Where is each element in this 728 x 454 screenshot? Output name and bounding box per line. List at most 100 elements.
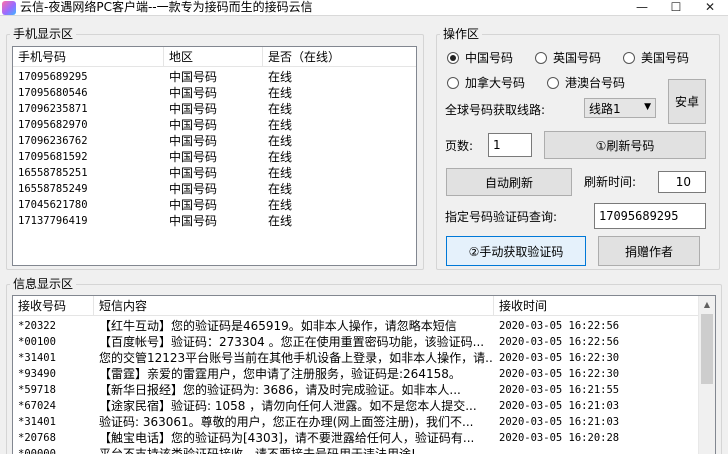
cell-region: 中国号码	[169, 86, 218, 100]
cell-receive-number: *31401	[18, 352, 56, 364]
cell-online-status: 在线	[268, 150, 293, 164]
cell-phone-number: 17095680546	[18, 87, 88, 99]
radio-uk-dot[interactable]	[535, 52, 547, 64]
radio-canada-dot[interactable]	[447, 77, 459, 89]
table-row[interactable]: 17095680546 中国号码 在线	[13, 85, 416, 101]
cell-phone-number: 17096236762	[18, 135, 88, 147]
cell-receive-time: 2020-03-05 16:21:03	[499, 416, 620, 428]
cell-region: 中国号码	[169, 102, 218, 116]
cell-receive-number: *31401	[18, 416, 56, 428]
maximize-button[interactable]: ☐	[658, 0, 694, 16]
route-select[interactable]: 线路1 ▼	[584, 98, 656, 118]
close-button[interactable]: ✕	[692, 0, 728, 16]
cell-online-status: 在线	[268, 198, 293, 212]
table-row[interactable]: 17095689295 中国号码 在线	[13, 69, 416, 85]
cell-sms-content: 【新华日报经】您的验证码为: 3686，请及时完成验证。如非本人...	[99, 383, 461, 397]
sms-list-header: 接收号码 短信内容 接收时间	[13, 296, 698, 316]
cell-phone-number: 17096235871	[18, 103, 88, 115]
column-header-sms-content[interactable]: 短信内容	[94, 296, 494, 316]
cell-region: 中国号码	[169, 118, 218, 132]
cell-sms-content: 平台不支持该类验证码接收，请不要接去号码用于违法用途!	[99, 447, 416, 454]
table-row[interactable]: 17095682970 中国号码 在线	[13, 117, 416, 133]
radio-uk-label: 英国号码	[553, 51, 602, 65]
cell-receive-time: 2020-03-05 16:22:30	[499, 352, 620, 364]
cell-online-status: 在线	[268, 102, 293, 116]
column-header-online[interactable]: 是否（在线）	[263, 47, 416, 67]
table-row[interactable]: 17045621780 中国号码 在线	[13, 197, 416, 213]
cell-receive-time	[494, 446, 700, 454]
table-row[interactable]: *00100 【百度帐号】验证码：273304 。您正在使用重置密码功能，该验证码…	[13, 334, 698, 350]
radio-hk-mo-tw-label: 港澳台号码	[565, 76, 626, 90]
table-row[interactable]: 17095681592 中国号码 在线	[13, 149, 416, 165]
cell-phone-number: 16558785251	[18, 167, 88, 179]
cell-receive-time: 2020-03-05 16:22:30	[499, 368, 620, 380]
column-header-region[interactable]: 地区	[164, 47, 263, 67]
radio-china-dot[interactable]	[447, 52, 459, 64]
cell-receive-number: *59718	[18, 384, 56, 396]
radio-china-label: 中国号码	[465, 51, 514, 65]
page-input[interactable]: 1	[488, 133, 532, 157]
cell-sms-content: 【红牛互动】您的验证码是465919。如非本人操作，请忽略本短信	[99, 319, 457, 333]
cell-online-status: 在线	[268, 214, 293, 228]
table-row[interactable]: *31401 您的交管12123平台账号当前在其他手机设备上登录，如非本人操作，请…	[13, 350, 698, 366]
sms-list-scrollbar[interactable]: ▲	[698, 296, 715, 454]
scrollbar-thumb[interactable]	[701, 314, 713, 384]
chevron-down-icon: ▼	[644, 102, 651, 112]
sms-list[interactable]: 接收号码 短信内容 接收时间 *20322 【红牛互动】您的验证码是465919。…	[12, 295, 716, 454]
cell-phone-number: 16558785249	[18, 183, 88, 195]
table-row[interactable]: 16558785249 中国号码 在线	[13, 181, 416, 197]
table-row[interactable]: 17096235871 中国号码 在线	[13, 101, 416, 117]
cell-phone-number: 17095681592	[18, 151, 88, 163]
table-row[interactable]: *67024 【途家民宿】验证码: 1058 ，请勿向任何人泄露。如不是您本人提交…	[13, 398, 698, 414]
cell-online-status: 在线	[268, 182, 293, 196]
minimize-button[interactable]: —	[624, 0, 660, 16]
cell-region: 中国号码	[169, 182, 218, 196]
phone-display-label: 手机显示区	[10, 27, 77, 41]
table-row[interactable]: 17096236762 中国号码 在线	[13, 133, 416, 149]
window-title: 云信-夜遇网络PC客户端--一款专为接码而生的接码云信	[20, 0, 313, 14]
cell-region: 中国号码	[169, 70, 218, 84]
cell-phone-number: 17095682970	[18, 119, 88, 131]
phone-list[interactable]: 手机号码 地区 是否（在线） 17095689295 中国号码 在线 17095680…	[12, 46, 417, 266]
phone-list-body: 17095689295 中国号码 在线 17095680546 中国号码 在线 170962…	[13, 69, 416, 229]
donate-button[interactable]: 捐赠作者	[598, 236, 700, 266]
table-row[interactable]: *00000 平台不支持该类验证码接收，请不要接去号码用于违法用途!	[13, 446, 698, 454]
cell-sms-content: 【途家民宿】验证码: 1058 ，请勿向任何人泄露。如不是您本人提交...	[99, 399, 477, 413]
cell-receive-time: 2020-03-05 16:22:56	[499, 336, 620, 348]
route-select-value: 线路1	[589, 101, 621, 116]
cell-online-status: 在线	[268, 166, 293, 180]
radio-us-dot[interactable]	[623, 52, 635, 64]
cell-receive-number: *00100	[18, 336, 56, 348]
column-header-receive-time[interactable]: 接收时间	[494, 296, 700, 316]
table-row[interactable]: *20322 【红牛互动】您的验证码是465919。如非本人操作，请忽略本短信 20…	[13, 318, 698, 334]
scroll-up-arrow-icon[interactable]: ▲	[699, 296, 715, 313]
cell-region: 中国号码	[169, 166, 218, 180]
column-header-receive-number[interactable]: 接收号码	[13, 296, 94, 316]
query-input[interactable]: 17095689295	[594, 203, 706, 229]
cell-region: 中国号码	[169, 214, 218, 228]
cell-receive-number: *93490	[18, 368, 56, 380]
cell-phone-number: 17137796419	[18, 215, 88, 227]
cell-region: 中国号码	[169, 150, 218, 164]
cell-receive-time: 2020-03-05 16:22:56	[499, 320, 620, 332]
column-header-phone[interactable]: 手机号码	[13, 47, 164, 67]
table-row[interactable]: *93490 【雷霆】亲爱的雷霆用户，您申请了注册服务，验证码是:264158。 2…	[13, 366, 698, 382]
radio-canada-label: 加拿大号码	[465, 76, 526, 90]
cell-receive-number: *67024	[18, 400, 56, 412]
radio-hk-mo-tw-dot[interactable]	[547, 77, 559, 89]
table-row[interactable]: *31401 验证码: 363061。尊敬的用户，您正在办理(网上面签注册)，我们…	[13, 414, 698, 430]
cell-sms-content: 【触宝电话】您的验证码为[4303]，请不要泄露给任何人，验证码有...	[99, 431, 475, 445]
table-row[interactable]: 17137796419 中国号码 在线	[13, 213, 416, 229]
refresh-time-value: 10	[675, 175, 691, 189]
manual-fetch-code-button[interactable]: ②手动获取验证码	[446, 236, 586, 266]
table-row[interactable]: 16558785251 中国号码 在线	[13, 165, 416, 181]
refresh-numbers-button[interactable]: ①刷新号码	[544, 131, 706, 159]
refresh-time-input[interactable]: 10	[658, 171, 706, 193]
auto-refresh-button[interactable]: 自动刷新	[446, 168, 572, 196]
sms-list-body: *20322 【红牛互动】您的验证码是465919。如非本人操作，请忽略本短信 20…	[13, 318, 698, 454]
table-row[interactable]: *20768 【触宝电话】您的验证码为[4303]，请不要泄露给任何人，验证码有.…	[13, 430, 698, 446]
table-row[interactable]: *59718 【新华日报经】您的验证码为: 3686，请及时完成验证。如非本人..…	[13, 382, 698, 398]
android-button[interactable]: 安卓	[668, 79, 706, 124]
cell-receive-number: *20768	[18, 432, 56, 444]
cell-phone-number: 17045621780	[18, 199, 88, 211]
